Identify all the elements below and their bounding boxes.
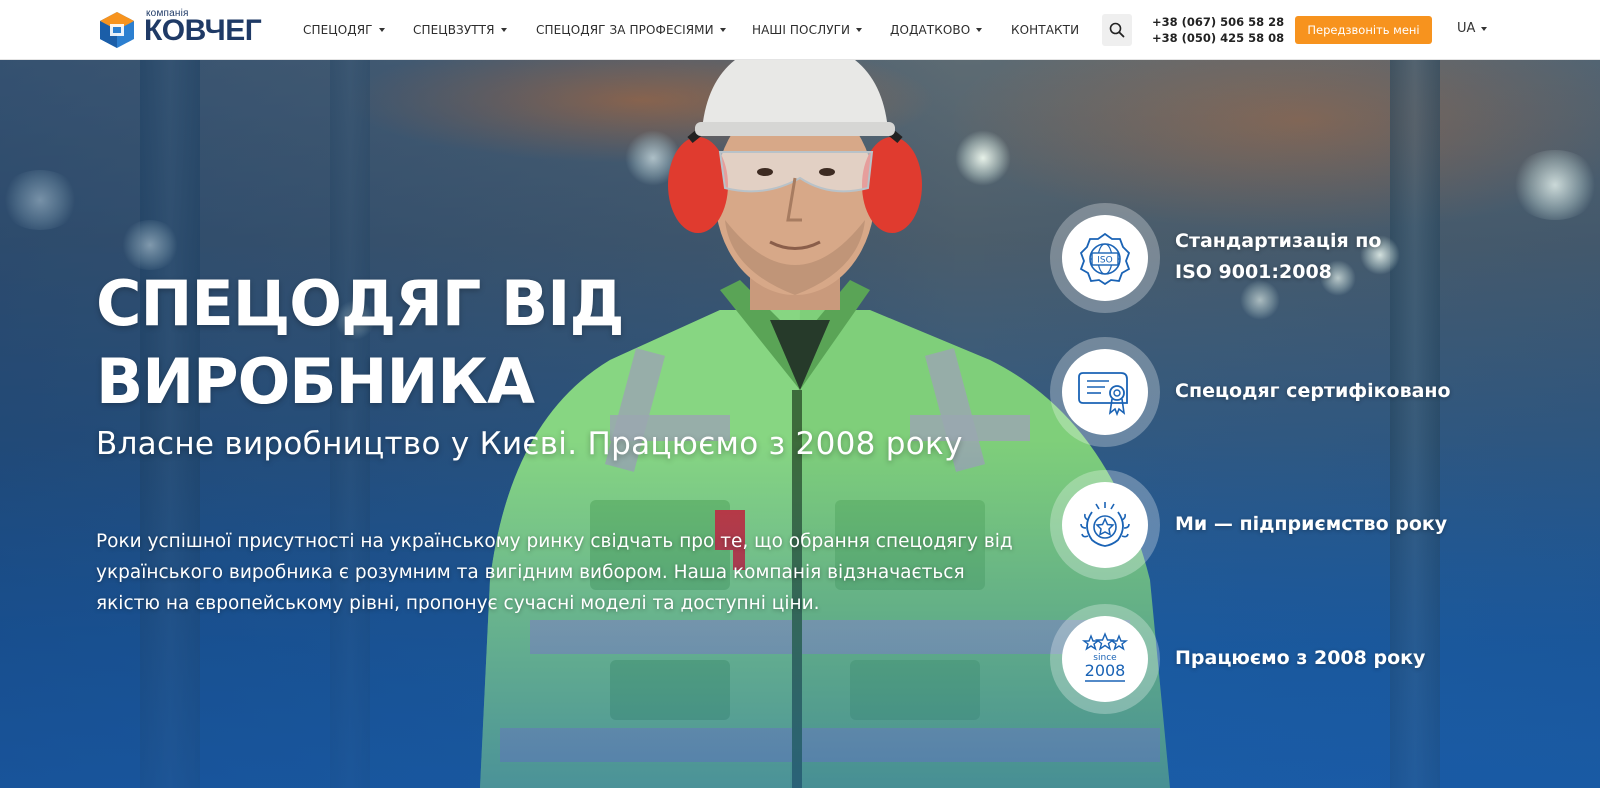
nav-item-label: КОНТАКТИ — [1011, 23, 1080, 37]
nav-item-label: СПЕЦВЗУТТЯ — [413, 23, 495, 37]
feature-icon-ring: since 2008 — [1050, 604, 1160, 714]
caret-down-icon — [719, 28, 726, 32]
feature-icon-circle — [1062, 349, 1148, 435]
svg-text:ISO: ISO — [1097, 256, 1112, 266]
nav-item-label: ДОДАТКОВО — [890, 23, 971, 37]
feature-certified: Спецодяг сертифіковано — [1050, 337, 1570, 447]
search-icon — [1109, 22, 1125, 38]
caret-down-icon — [378, 28, 385, 32]
feature-label: Ми — підприємство року — [1175, 509, 1447, 540]
nav-item-by-profession[interactable]: СПЕЦОДЯГ ЗА ПРОФЕСІЯМИ — [536, 23, 726, 37]
feature-label-line1: Працюємо з 2008 року — [1175, 647, 1426, 669]
award-star-icon — [1080, 502, 1130, 547]
feature-icon-ring — [1050, 470, 1160, 580]
feature-iso: ISO Стандартизація по ISO 9001:2008 — [1050, 203, 1570, 313]
feature-label: Працюємо з 2008 року — [1175, 643, 1425, 674]
feature-icon-ring — [1050, 337, 1160, 447]
logo-brand-name: КОВЧЕГ — [144, 14, 262, 47]
caret-down-icon — [500, 28, 507, 32]
hero-subtitle: Власне виробництво у Києві. Працюємо з 2… — [96, 426, 963, 462]
since-2008-icon: since 2008 — [1081, 632, 1129, 682]
hero-title-line1: СПЕЦОДЯГ ВІД — [96, 267, 625, 340]
hero-description: Роки успішної присутності на українськом… — [96, 531, 1013, 614]
phone-link-1[interactable]: +38 (067) 506 58 28 — [1152, 14, 1284, 30]
feature-since-2008: since 2008 Працюємо з 2008 року — [1050, 604, 1570, 714]
caret-down-icon — [1481, 26, 1488, 31]
company-logo[interactable]: компанія КОВЧЕГ — [96, 8, 262, 50]
feature-icon-circle — [1062, 482, 1148, 568]
feature-label-line1: Стандартизація по — [1175, 230, 1382, 252]
since-badge-year: 2008 — [1085, 661, 1126, 680]
nav-item-specodyag[interactable]: СПЕЦОДЯГ — [303, 23, 385, 37]
nav-item-label: СПЕЦОДЯГ — [303, 23, 373, 37]
hero-section: СПЕЦОДЯГ ВІД ВИРОБНИКА Власне виробництв… — [0, 60, 1600, 788]
feature-label-line1: Ми — підприємство року — [1175, 513, 1448, 535]
nav-item-label: СПЕЦОДЯГ ЗА ПРОФЕСІЯМИ — [536, 23, 714, 37]
phone-numbers: +38 (067) 506 58 28 +38 (050) 425 58 08 — [1152, 14, 1284, 46]
hero-title: СПЕЦОДЯГ ВІД ВИРОБНИКА — [96, 265, 736, 421]
nav-item-contacts[interactable]: КОНТАКТИ — [1011, 23, 1079, 37]
feature-label-line1: Спецодяг сертифіковано — [1175, 380, 1451, 402]
language-selector[interactable]: UA — [1457, 21, 1488, 36]
feature-icon-circle: ISO — [1062, 215, 1148, 301]
caret-down-icon — [976, 28, 983, 32]
feature-label-line2: ISO 9001:2008 — [1175, 261, 1332, 283]
site-header: компанія КОВЧЕГ СПЕЦОДЯГ СПЕЦВЗУТТЯ СПЕЦ… — [0, 0, 1600, 60]
certificate-icon — [1078, 372, 1128, 417]
nav-item-additional[interactable]: ДОДАТКОВО — [890, 23, 983, 37]
search-button[interactable] — [1102, 14, 1132, 46]
nav-item-specvzuttya[interactable]: СПЕЦВЗУТТЯ — [413, 23, 507, 37]
hero-title-line2: ВИРОБНИКА — [96, 345, 535, 418]
callback-button[interactable]: Передзвоніть мені — [1295, 16, 1432, 44]
iso-icon: ISO — [1079, 232, 1131, 285]
feature-label: Стандартизація по ISO 9001:2008 — [1175, 226, 1381, 288]
logo-mark-icon — [100, 12, 134, 48]
language-label: UA — [1457, 21, 1476, 36]
feature-icon-ring: ISO — [1050, 203, 1160, 313]
feature-label: Спецодяг сертифіковано — [1175, 376, 1451, 407]
feature-enterprise-of-year: Ми — підприємство року — [1050, 470, 1570, 580]
phone-link-2[interactable]: +38 (050) 425 58 08 — [1152, 30, 1284, 46]
caret-down-icon — [856, 28, 863, 32]
feature-icon-circle: since 2008 — [1062, 616, 1148, 702]
nav-item-label: НАШІ ПОСЛУГИ — [752, 23, 851, 37]
nav-item-services[interactable]: НАШІ ПОСЛУГИ — [752, 23, 863, 37]
